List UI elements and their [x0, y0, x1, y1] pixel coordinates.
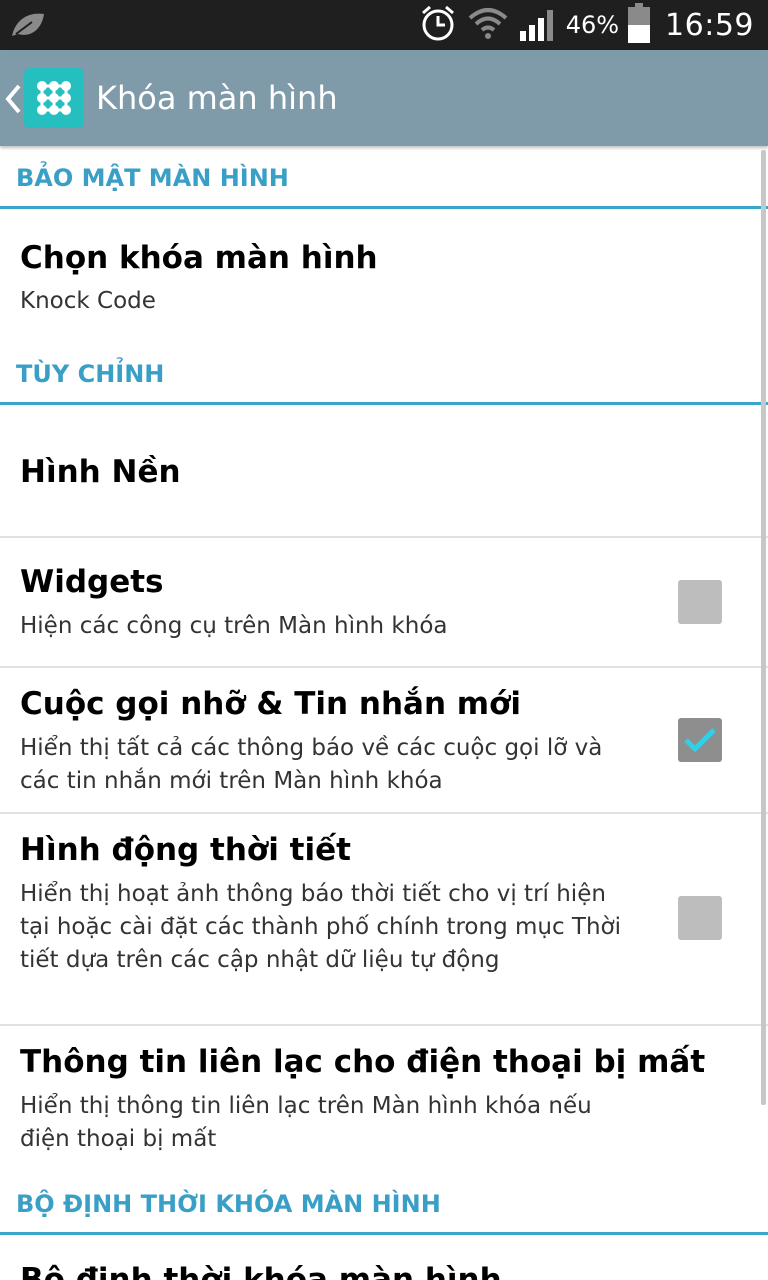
setting-summary: Hiển thị thông tin liên lạc trên Màn hìn… [20, 1093, 592, 1152]
section-divider [0, 1232, 768, 1235]
setting-title: Widgets [20, 564, 164, 600]
setting-summary: Hiển thị tất cả các thông báo về các cuộ… [20, 735, 603, 794]
action-bar: Khóa màn hình [0, 50, 768, 146]
leaf-icon [10, 10, 46, 44]
setting-summary: Hiện các công cụ trên Màn hình khóa [20, 613, 448, 639]
missed-calls-checkbox[interactable] [678, 718, 722, 762]
page-title: Khóa màn hình [96, 79, 338, 117]
setting-summary: Hiển thị hoạt ảnh thông báo thời tiết ch… [20, 881, 622, 973]
battery-icon [627, 3, 651, 47]
section-header-security: BẢO MẬT MÀN HÌNH [0, 146, 768, 210]
back-icon[interactable] [4, 84, 22, 118]
setting-choose-lock[interactable]: Chọn khóa màn hình Knock Code [0, 210, 768, 340]
setting-title: Cuộc gọi nhỡ & Tin nhắn mới [20, 686, 522, 722]
setting-title: Hình Nền [20, 454, 181, 490]
setting-lock-timer[interactable]: Bộ định thời khóa màn hình [0, 1236, 768, 1280]
section-divider [0, 206, 768, 209]
signal-icon [518, 5, 558, 45]
setting-title: Bộ định thời khóa màn hình [20, 1262, 502, 1280]
setting-missed-calls-messages[interactable]: Cuộc gọi nhỡ & Tin nhắn mới Hiển thị tất… [0, 668, 768, 812]
setting-widgets[interactable]: Widgets Hiện các công cụ trên Màn hình k… [0, 538, 768, 666]
setting-title: Hình động thời tiết [20, 832, 351, 868]
setting-lost-phone-contact[interactable]: Thông tin liên lạc cho điện thoại bị mất… [0, 1026, 768, 1176]
section-divider [0, 402, 768, 405]
weather-checkbox[interactable] [678, 896, 722, 940]
widgets-checkbox[interactable] [678, 580, 722, 624]
battery-percent: 46% [565, 11, 620, 39]
alarm-icon [418, 3, 458, 47]
setting-title: Thông tin liên lạc cho điện thoại bị mất [20, 1044, 706, 1080]
setting-title: Chọn khóa màn hình [20, 240, 378, 276]
checkmark-icon [684, 728, 716, 753]
scrollbar[interactable] [761, 150, 766, 1105]
setting-summary: Knock Code [20, 288, 156, 314]
clock: 16:59 [665, 7, 754, 43]
lock-screen-app-icon [24, 68, 84, 128]
wifi-icon [466, 6, 510, 44]
setting-weather-animation[interactable]: Hình động thời tiết Hiển thị hoạt ảnh th… [0, 814, 768, 1024]
section-header-customize: TÙY CHỈNH [0, 340, 768, 406]
section-header-lock-timer: BỘ ĐỊNH THỜI KHÓA MÀN HÌNH [0, 1176, 768, 1236]
setting-wallpaper[interactable]: Hình Nền [0, 406, 768, 536]
status-bar: 46% 16:59 [0, 0, 768, 50]
